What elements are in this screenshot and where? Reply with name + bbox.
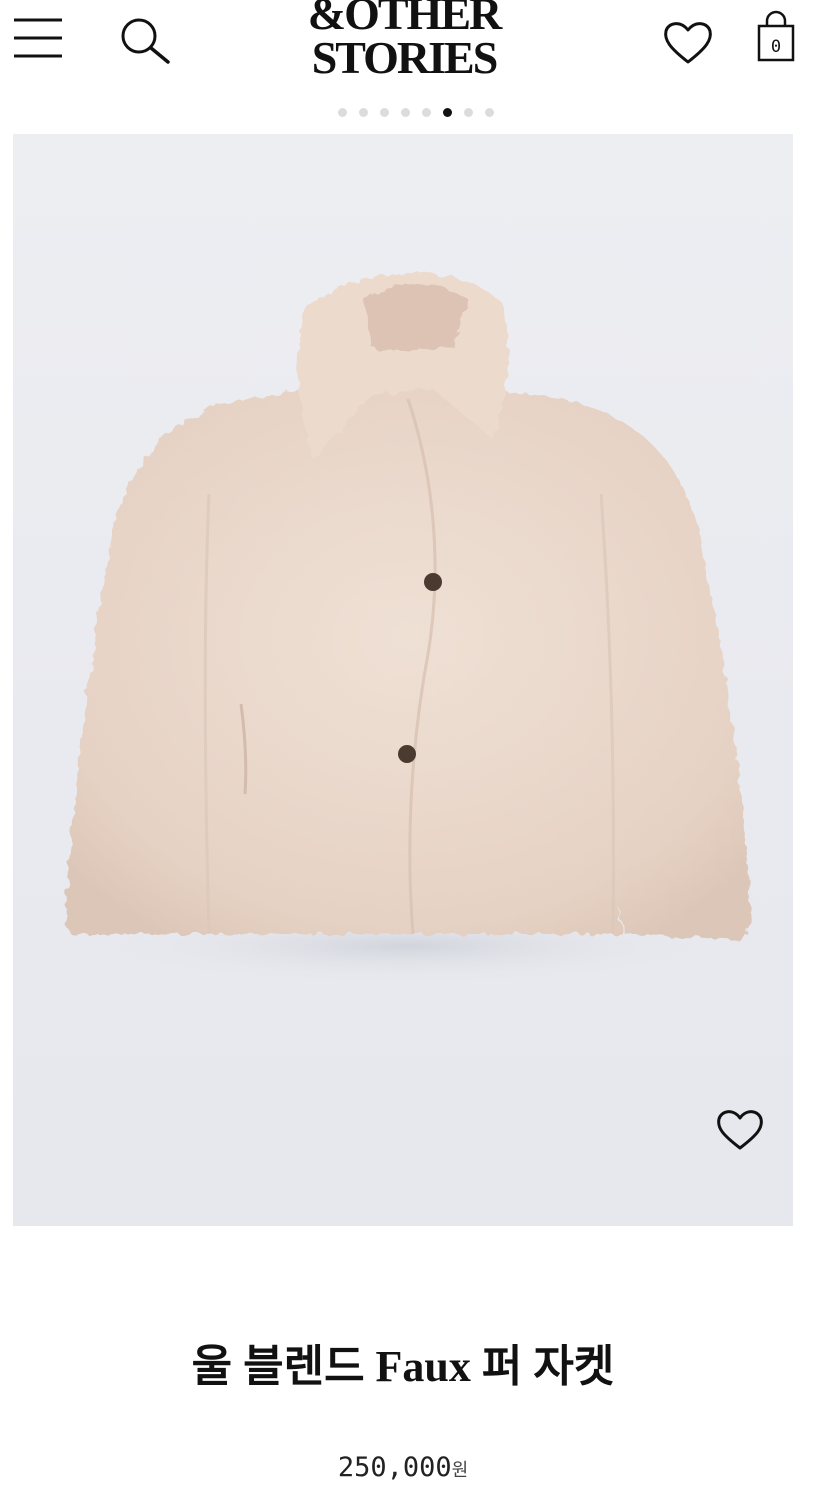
menu-icon xyxy=(14,18,62,58)
search-button[interactable] xyxy=(114,12,176,70)
carousel-dot-4[interactable] xyxy=(401,108,410,117)
heart-icon xyxy=(717,1110,763,1150)
brand-logo[interactable]: &OTHER STORIES xyxy=(276,0,532,88)
jacket-button-upper xyxy=(424,573,442,591)
price-currency: 원 xyxy=(451,1460,469,1481)
shopping-bag-button[interactable]: 0 xyxy=(752,10,800,68)
carousel-dot-6[interactable] xyxy=(443,108,452,117)
product-name: 울 블렌드 Faux 퍼 자켓 xyxy=(191,1342,615,1391)
jacket-button-lower xyxy=(398,745,416,763)
carousel-dot-5[interactable] xyxy=(422,108,431,117)
product-image[interactable] xyxy=(13,134,793,1226)
carousel-dot-2[interactable] xyxy=(359,108,368,117)
wishlist-button[interactable] xyxy=(660,14,716,70)
product-price: 250,000원 xyxy=(0,1452,806,1483)
search-icon xyxy=(121,18,170,64)
logo-line-1: &OTHER xyxy=(307,0,502,39)
product-page: &OTHER STORIES 0 울 블렌드 Faux 퍼 자켓 250,000… xyxy=(0,0,832,1500)
carousel-dot-1[interactable] xyxy=(338,108,347,117)
menu-button[interactable] xyxy=(12,14,66,64)
bag-count-badge: 0 xyxy=(770,37,782,57)
jacket-illustration xyxy=(65,273,751,986)
top-header: &OTHER STORIES 0 xyxy=(0,0,832,100)
carousel-dot-8[interactable] xyxy=(485,108,494,117)
carousel-dot-7[interactable] xyxy=(464,108,473,117)
price-value: 250,000 xyxy=(337,1452,452,1483)
image-wishlist-button[interactable] xyxy=(713,1104,767,1154)
carousel-indicator xyxy=(0,108,832,120)
carousel-dot-3[interactable] xyxy=(380,108,389,117)
heart-icon xyxy=(664,22,712,64)
logo-line-2: STORIES xyxy=(311,32,499,83)
